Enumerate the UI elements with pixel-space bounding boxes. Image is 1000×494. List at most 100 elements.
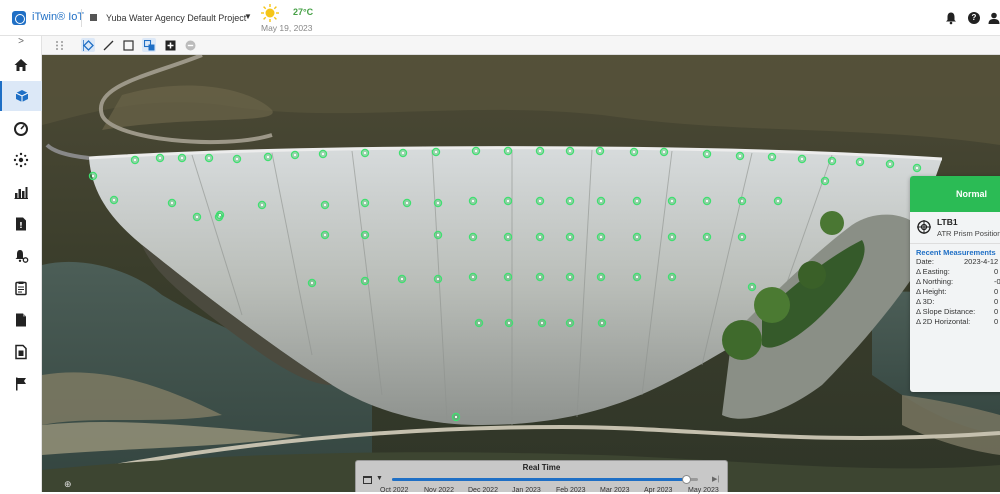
bell-icon[interactable] — [944, 11, 958, 25]
sidebar-item-3d-view[interactable] — [0, 81, 42, 111]
sidebar-item-charts[interactable] — [0, 177, 42, 207]
sensor-marker-dot — [568, 199, 572, 203]
timeline-month-label: Apr 2023 — [644, 487, 673, 494]
sensor-marker-dot — [538, 149, 542, 153]
remove-button[interactable] — [183, 38, 197, 52]
sensor-marker-dot — [321, 152, 325, 156]
timeline-slider[interactable] — [392, 475, 698, 484]
timeline-title: Real Time — [522, 463, 561, 472]
sensor-marker-dot — [540, 321, 544, 325]
sidebar-item-dashboard[interactable] — [0, 113, 42, 143]
sensor-marker-dot — [598, 149, 602, 153]
sensor-marker-dot — [133, 158, 137, 162]
measurement-label: Δ Easting: — [916, 267, 950, 276]
measurement-label: Δ Height: — [916, 287, 947, 296]
sidebar-item-reports[interactable] — [0, 337, 42, 367]
measurement-row: Δ 3D: 0 — [910, 297, 1000, 307]
sidebar-item-documents[interactable] — [0, 305, 42, 335]
sidebar-item-alerts[interactable]: ! — [0, 209, 42, 239]
sensor-marker-dot — [888, 162, 892, 166]
sensor-marker-dot — [705, 152, 709, 156]
project-dropdown-icon[interactable]: ▼ — [244, 12, 252, 21]
alert-document-icon: ! — [16, 217, 26, 231]
line-icon — [103, 40, 113, 50]
sensor-header[interactable]: LTB1 ATR Prism Position — [910, 212, 1000, 244]
help-icon[interactable]: ? — [968, 12, 980, 24]
sensor-marker-dot — [323, 233, 327, 237]
sensor-marker-dot — [180, 156, 184, 160]
sidebar-item-flags[interactable] — [0, 369, 42, 399]
sensor-marker-dot — [158, 156, 162, 160]
rectangle-tool-button[interactable] — [121, 38, 135, 52]
sensor-marker-dot — [91, 174, 95, 178]
group-tool-button[interactable] — [142, 38, 156, 52]
target-icon — [917, 220, 931, 234]
measurement-row: Date: 2023-4-12 — [910, 257, 1000, 267]
cube-icon — [15, 90, 29, 102]
line-tool-button[interactable] — [101, 38, 115, 52]
sensor-marker-dot — [750, 285, 754, 289]
network-icon — [13, 152, 29, 168]
compass-icon[interactable]: ⊕ — [64, 480, 72, 490]
measurement-row: Δ Easting: 0 — [910, 267, 1000, 277]
sensor-marker-dot — [506, 149, 510, 153]
sensor-marker-dot — [705, 235, 709, 239]
sensor-info-panel[interactable]: Normal LTB1 ATR Prism Position Recent Me… — [910, 176, 1000, 392]
dam-3d-model[interactable]: ⊕ — [42, 55, 1000, 492]
group-icon — [143, 39, 154, 50]
temperature: 27°C — [293, 7, 314, 17]
sensor-marker-dot — [434, 150, 438, 154]
measurement-label: Δ Northing: — [916, 277, 954, 286]
sidebar-item-tasks[interactable] — [0, 273, 42, 303]
sidebar-item-network[interactable] — [0, 145, 42, 175]
drag-handle[interactable] — [52, 38, 66, 52]
sensor-marker-dot — [568, 321, 572, 325]
sensor-marker-dot — [830, 159, 834, 163]
sidebar-collapse-button[interactable]: > — [14, 36, 28, 47]
sensor-marker-dot — [568, 149, 572, 153]
project-icon — [90, 14, 97, 21]
recent-measurements-heading: Recent Measurements — [916, 248, 996, 257]
sidebar-item-notifications[interactable] — [0, 241, 42, 271]
measurement-value: -0 — [994, 277, 1000, 286]
measurement-row: Δ 2D Horizontal: 0 — [910, 317, 1000, 327]
itwin-logo-icon[interactable] — [12, 11, 26, 25]
sensor-name: LTB1 — [937, 217, 958, 227]
sun-icon — [261, 4, 279, 22]
sensor-marker-dot — [599, 199, 603, 203]
chevron-down-icon[interactable]: ▼ — [376, 475, 383, 482]
select-tool-button[interactable] — [81, 38, 95, 52]
sensor-marker-dot — [293, 153, 297, 157]
app-title[interactable]: iTwin® IoT — [32, 11, 84, 23]
user-icon[interactable] — [987, 11, 1000, 25]
sensor-marker-dot — [599, 235, 603, 239]
skip-to-end-icon[interactable]: ▶| — [712, 475, 719, 483]
sensor-marker-dot — [507, 321, 511, 325]
sensor-marker-dot — [538, 275, 542, 279]
sensor-marker-dot — [207, 156, 211, 160]
sensor-marker-dot — [506, 275, 510, 279]
add-button[interactable] — [163, 38, 177, 52]
sensor-marker-dot — [454, 415, 458, 419]
timeline-month-label: Nov 2022 — [424, 487, 454, 494]
sensor-marker-dot — [670, 275, 674, 279]
sidebar-item-home[interactable] — [0, 50, 42, 80]
sensor-marker-dot — [568, 275, 572, 279]
project-selector[interactable]: Yuba Water Agency Default Project — [106, 13, 246, 23]
timeline-month-label: Oct 2022 — [380, 487, 409, 494]
sensor-marker-dot — [770, 155, 774, 159]
left-sidebar: > ! — [0, 36, 42, 492]
measurement-label: Δ Slope Distance: — [916, 307, 976, 316]
sensor-marker-dot — [400, 277, 404, 281]
view-toolbar — [42, 36, 1000, 55]
sensor-marker-dot — [405, 201, 409, 205]
sensor-marker-dot — [635, 199, 639, 203]
timeline-control: Real Time ▼ ▶| Oct 2022 Nov 2022 Dec 2022 J… — [355, 460, 728, 494]
calendar-icon[interactable] — [363, 476, 372, 484]
3d-viewport[interactable]: ⊕ Normal LTB1 ATR Prism Position Recent … — [42, 55, 1000, 492]
sensor-marker-dot — [858, 160, 862, 164]
timeline-handle[interactable] — [681, 475, 691, 484]
measurement-label: Δ 3D: — [916, 297, 935, 306]
sensor-marker-dot — [635, 275, 639, 279]
sensor-marker-dot — [600, 321, 604, 325]
